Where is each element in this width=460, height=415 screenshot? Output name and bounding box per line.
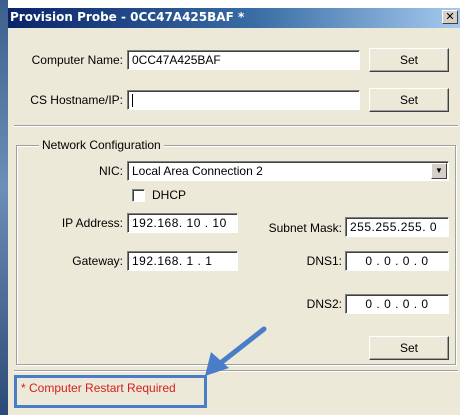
- arrow-icon: [205, 326, 267, 376]
